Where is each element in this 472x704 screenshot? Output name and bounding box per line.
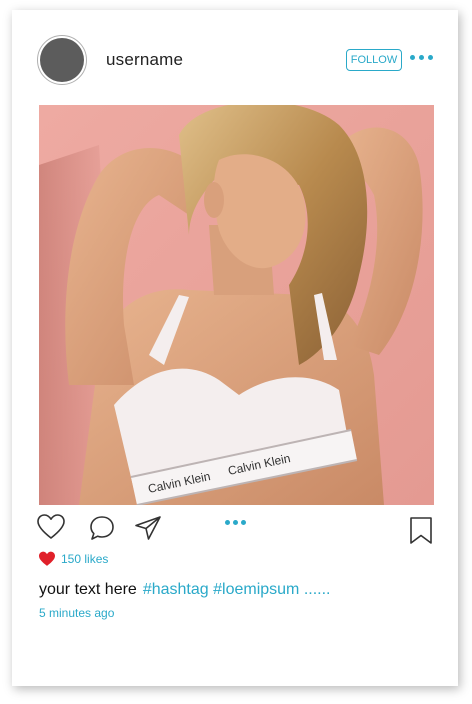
avatar-image <box>40 38 84 82</box>
carousel-dots <box>225 520 246 525</box>
heart-outline-icon[interactable] <box>36 513 66 541</box>
post-timestamp: 5 minutes ago <box>39 606 115 620</box>
follow-button[interactable]: FOLLOW <box>346 49 402 71</box>
username[interactable]: username <box>106 50 183 70</box>
comment-bubble-icon[interactable] <box>88 514 116 542</box>
post-photo[interactable]: Calvin Klein Calvin Klein <box>39 105 434 505</box>
caption-hashtags[interactable]: #hashtag #loemipsum ...... <box>143 581 331 598</box>
bookmark-icon[interactable] <box>408 516 434 546</box>
avatar[interactable] <box>37 35 87 85</box>
more-options-icon[interactable] <box>410 55 433 60</box>
heart-filled-icon <box>39 551 55 566</box>
caption: your text here #hashtag #loemipsum ...... <box>39 581 330 599</box>
paper-plane-icon[interactable] <box>133 514 163 542</box>
caption-text: your text here <box>39 581 137 598</box>
likes-count: 150 likes <box>61 552 109 566</box>
post-card: username FOLLOW Calvin Klein Calvin Klei… <box>12 10 458 686</box>
likes-row[interactable]: 150 likes <box>38 551 108 567</box>
